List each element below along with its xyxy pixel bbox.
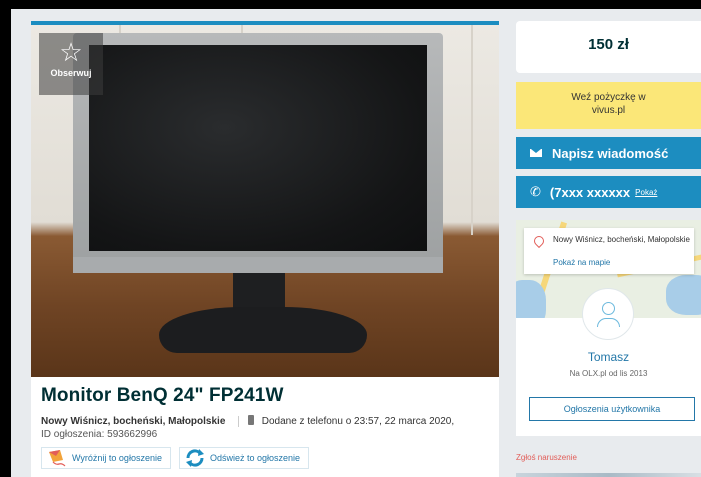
ad-thumbnail[interactable] bbox=[516, 473, 701, 477]
map-water bbox=[666, 275, 701, 315]
monitor-screen bbox=[89, 45, 427, 251]
user-name[interactable]: Tomasz bbox=[516, 350, 701, 364]
report-link[interactable]: Zgłoś naruszenie bbox=[516, 453, 577, 462]
loan-banner[interactable]: Weź pożyczkę w vivus.pl bbox=[516, 82, 701, 129]
listing-location: Nowy Wiśnicz, bocheński, Małopolskie bbox=[41, 416, 226, 427]
phone-number: (7xxx xxxxxx bbox=[549, 184, 631, 200]
send-message-button[interactable]: Napisz wiadomość bbox=[516, 137, 701, 169]
user-ads-button[interactable]: Ogłoszenia użytkownika bbox=[529, 397, 695, 421]
meta-divider bbox=[238, 415, 240, 427]
show-phone-button[interactable]: ✆ (7xxx xxxxxx Pokaż bbox=[516, 176, 701, 208]
map-pin-icon bbox=[531, 233, 547, 249]
star-icon: ☆ bbox=[59, 38, 83, 68]
page-frame: ☆ Obserwuj Monitor BenQ 24" FP241W Nowy … bbox=[11, 9, 701, 477]
map-location-text: Nowy Wiśnicz, bocheński, Małopolskie bbox=[553, 235, 690, 244]
user-since: Na OLX.pl od lis 2013 bbox=[569, 369, 648, 378]
loan-line-1: Weź pożyczkę w bbox=[571, 92, 646, 103]
monitor-stand-base bbox=[159, 307, 367, 353]
wall-panel-line bbox=[471, 25, 473, 235]
ad-id: ID ogłoszenia: 593662996 bbox=[41, 429, 158, 440]
watch-label: Obserwuj bbox=[50, 68, 92, 78]
refresh-icon bbox=[185, 449, 204, 467]
price-label: 150 zł bbox=[588, 36, 629, 53]
avatar bbox=[582, 288, 634, 340]
phone-icon: ✆ bbox=[530, 184, 541, 200]
listing-title: Monitor BenQ 24" FP241W bbox=[41, 385, 284, 406]
added-date: Dodane z telefonu o 23:57, 22 marca 2020… bbox=[261, 416, 455, 427]
listing-card: ☆ Obserwuj Monitor BenQ 24" FP241W Nowy … bbox=[31, 21, 499, 477]
promo-actions: Wyróżnij to ogłoszenie Odśwież to ogłosz… bbox=[41, 447, 310, 469]
promote-label: Wyróżnij to ogłoszenie bbox=[72, 453, 162, 463]
promote-button[interactable]: Wyróżnij to ogłoszenie bbox=[41, 447, 171, 469]
watch-button[interactable]: ☆ Obserwuj bbox=[39, 33, 103, 95]
mobile-phone-icon bbox=[247, 415, 254, 425]
envelope-icon bbox=[530, 149, 542, 157]
price-box: 150 zł bbox=[516, 21, 701, 73]
listing-photo[interactable]: ☆ Obserwuj bbox=[31, 25, 499, 377]
kite-icon bbox=[49, 450, 66, 467]
monitor-chin bbox=[73, 257, 443, 273]
listing-meta: Nowy Wiśnicz, bocheński, Małopolskie Dod… bbox=[41, 415, 454, 427]
map-water bbox=[516, 280, 546, 318]
show-on-map-link[interactable]: Pokaż na mapie bbox=[553, 258, 610, 267]
user-icon-body bbox=[597, 318, 620, 327]
show-phone-link[interactable]: Pokaż bbox=[635, 188, 657, 197]
user-icon bbox=[602, 302, 615, 315]
map-location-box: Nowy Wiśnicz, bocheński, Małopolskie Pok… bbox=[524, 228, 694, 274]
refresh-label: Odśwież to ogłoszenie bbox=[209, 453, 301, 463]
user-card: Nowy Wiśnicz, bocheński, Małopolskie Pok… bbox=[516, 220, 701, 436]
send-message-label: Napisz wiadomość bbox=[552, 145, 669, 161]
refresh-button[interactable]: Odśwież to ogłoszenie bbox=[178, 447, 310, 469]
loan-line-2: vivus.pl bbox=[591, 105, 626, 116]
